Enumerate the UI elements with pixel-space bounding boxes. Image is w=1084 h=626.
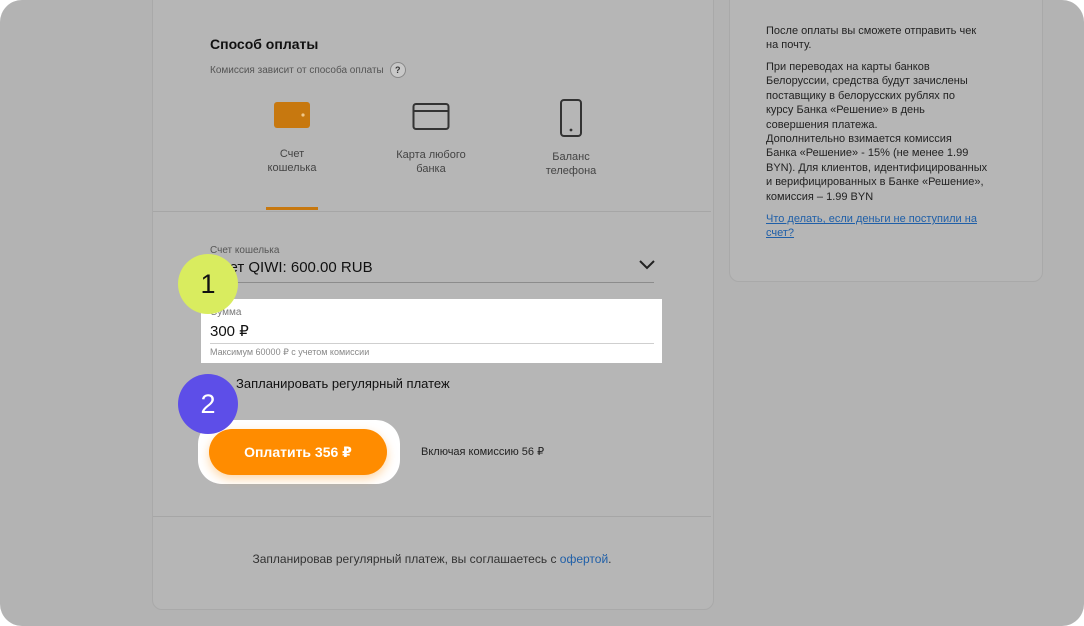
- info-line: Белоруссии, средства будут зачислены: [766, 75, 968, 88]
- help-icon[interactable]: ?: [389, 62, 406, 78]
- divider: [153, 211, 711, 212]
- link-line: Что делать, если деньги не поступили на: [766, 213, 977, 225]
- belarus-transfer-info: При переводах на карты банков Белоруссии…: [766, 60, 1016, 204]
- commission-note: Комиссия зависит от способа оплаты ?: [210, 62, 406, 78]
- method-label-line1: Счет: [279, 148, 305, 160]
- card-icon: [412, 103, 450, 130]
- step-badge-1: 1: [178, 254, 238, 314]
- method-label-line2: банка: [416, 163, 446, 175]
- amount-hint: Максимум 60000 ₽ с учетом комиссии: [210, 347, 370, 357]
- commission-info: Включая комиссию 56 ₽: [421, 446, 545, 458]
- method-label-line2: кошелька: [267, 162, 317, 174]
- wallet-icon: [274, 102, 310, 128]
- recurring-payment-checkbox[interactable]: Запланировать регулярный платеж: [236, 376, 450, 391]
- commission-note-text: Комиссия зависит от способа оплаты: [210, 64, 384, 76]
- info-line: на почту.: [766, 39, 812, 52]
- screen-frame: Способ оплаты Комиссия зависит от способ…: [0, 0, 1084, 626]
- info-line: совершения платежа.: [766, 118, 878, 131]
- info-line: BYN). Для клиентов, идентифицированных: [766, 161, 988, 174]
- method-label-line1: Карта любого: [396, 149, 466, 161]
- agreement-text-main: Запланировав регулярный платеж, вы согла…: [252, 552, 560, 566]
- method-label-line1: Баланс: [552, 151, 590, 163]
- selected-tab-indicator: [266, 207, 318, 210]
- info-line: поставщику в белорусских рублях по: [766, 89, 955, 102]
- info-line: курсу Банка «Решение» в день: [766, 104, 925, 117]
- method-tab-phone[interactable]: Баланс телефона: [511, 98, 631, 178]
- pay-button[interactable]: Оплатить 356 ₽: [209, 429, 387, 475]
- amount-input[interactable]: 300 ₽: [210, 322, 249, 340]
- offer-link[interactable]: офертой: [560, 552, 608, 566]
- agreement-text: Запланировав регулярный платеж, вы согла…: [153, 552, 711, 566]
- wallet-select-label: Счет кошелька: [210, 245, 280, 256]
- method-tab-wallet[interactable]: Счет кошелька: [232, 100, 352, 175]
- info-line: Дополнительно взимается комиссия: [766, 133, 952, 146]
- divider: [153, 516, 711, 517]
- method-label-line2: телефона: [545, 165, 597, 177]
- info-line: и верифицированных в Банке «Решение»,: [766, 176, 984, 189]
- info-line: После оплаты вы сможете отправить чек: [766, 25, 977, 37]
- money-not-received-link[interactable]: Что делать, если деньги не поступили на …: [766, 212, 1016, 241]
- step-badge-2: 2: [178, 374, 238, 434]
- section-title: Способ оплаты: [210, 36, 319, 52]
- chevron-down-icon[interactable]: [637, 257, 657, 273]
- info-line: комиссия – 1.99 BYN: [766, 190, 874, 203]
- wallet-select-underline: [210, 282, 654, 283]
- phone-icon: [560, 99, 582, 137]
- link-line: счет?: [766, 227, 795, 240]
- info-line: Банка «Решение» - 15% (не менее 1.99: [766, 147, 969, 160]
- info-line: При переводах на карты банков: [766, 61, 930, 73]
- method-tab-card[interactable]: Карта любого банка: [371, 100, 491, 176]
- amount-input-underline: [210, 343, 654, 344]
- receipt-info: После оплаты вы сможете отправить чек на…: [766, 24, 1016, 53]
- agreement-text-end: .: [608, 552, 612, 566]
